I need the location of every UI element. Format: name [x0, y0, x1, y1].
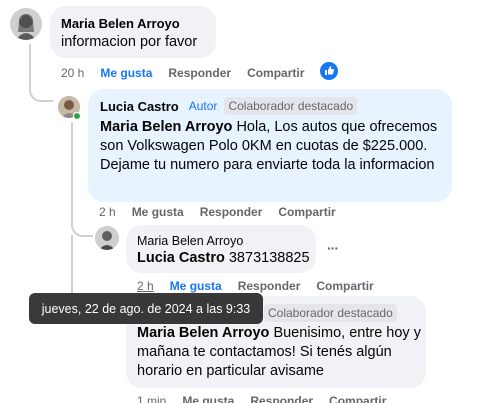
- comment-bubble: Maria Belen Arroyo Lucia Castro 38731388…: [126, 225, 316, 273]
- comment-time[interactable]: 20 h: [61, 66, 84, 80]
- reply-button[interactable]: Responder: [250, 394, 313, 403]
- avatar[interactable]: [95, 226, 119, 250]
- like-button[interactable]: Me gusta: [100, 66, 152, 80]
- like-button[interactable]: Me gusta: [170, 279, 222, 293]
- top-contributor-badge: Colaborador destacado: [264, 304, 397, 322]
- online-status-dot: [73, 112, 81, 120]
- comment-text: informacion por favor: [61, 34, 198, 50]
- mention-link[interactable]: Maria Belen Arroyo: [100, 119, 232, 135]
- comment-actions: 2 h Me gusta Responder Compartir: [99, 205, 352, 219]
- author-badge: Autor: [188, 99, 218, 113]
- comment-author[interactable]: Maria Belen Arroyo: [137, 234, 243, 248]
- tooltip-text: jueves, 22 de ago. de 2024 a las 9:33: [41, 301, 251, 316]
- comment-time[interactable]: 2 h: [99, 205, 116, 219]
- comment-actions: 1 min Me gusta Responder Compartir: [137, 394, 402, 403]
- reply-button[interactable]: Responder: [200, 205, 263, 219]
- thumbs-up-glyph: [325, 66, 335, 75]
- top-contributor-badge: Colaborador destacado: [224, 97, 358, 115]
- share-button[interactable]: Compartir: [247, 66, 304, 80]
- like-button[interactable]: Me gusta: [182, 394, 234, 403]
- comment-text: Maria Belen Arroyo Hola, Los autos que o…: [100, 119, 438, 173]
- comment-text: Maria Belen Arroyo Buenisimo, entre hoy …: [137, 325, 421, 379]
- comment-author[interactable]: Maria Belen Arroyo: [61, 16, 180, 31]
- share-button[interactable]: Compartir: [316, 279, 373, 293]
- thread-line: [29, 44, 53, 102]
- comment-actions: 2 h Me gusta Responder Compartir: [137, 279, 390, 293]
- comment-author[interactable]: Lucia Castro: [100, 99, 179, 114]
- avatar[interactable]: [10, 8, 42, 40]
- comment-time[interactable]: 1 min: [137, 394, 166, 403]
- mention-link[interactable]: Maria Belen Arroyo: [137, 325, 269, 341]
- comment-bubble: Maria Belen Arroyo informacion por favor: [50, 6, 216, 58]
- user-photo-icon: [95, 226, 119, 250]
- reply-button[interactable]: Responder: [168, 66, 231, 80]
- reply-button[interactable]: Responder: [238, 279, 301, 293]
- more-options-icon[interactable]: ···: [327, 240, 339, 256]
- mention-link[interactable]: Lucia Castro: [137, 250, 225, 266]
- share-button[interactable]: Compartir: [329, 394, 386, 403]
- comment-text: Lucia Castro 3873138825: [137, 250, 310, 266]
- timestamp-tooltip: jueves, 22 de ago. de 2024 a las 9:33: [29, 293, 263, 324]
- comment-bubble: Lucia Castro Autor Colaborador destacado…: [88, 89, 452, 202]
- share-button[interactable]: Compartir: [278, 205, 335, 219]
- comment-time[interactable]: 2 h: [137, 279, 154, 293]
- like-button[interactable]: Me gusta: [132, 205, 184, 219]
- thumbs-up-icon[interactable]: [320, 62, 338, 80]
- user-photo-icon: [10, 8, 42, 40]
- comment-actions: 20 h Me gusta Responder Compartir: [61, 66, 320, 80]
